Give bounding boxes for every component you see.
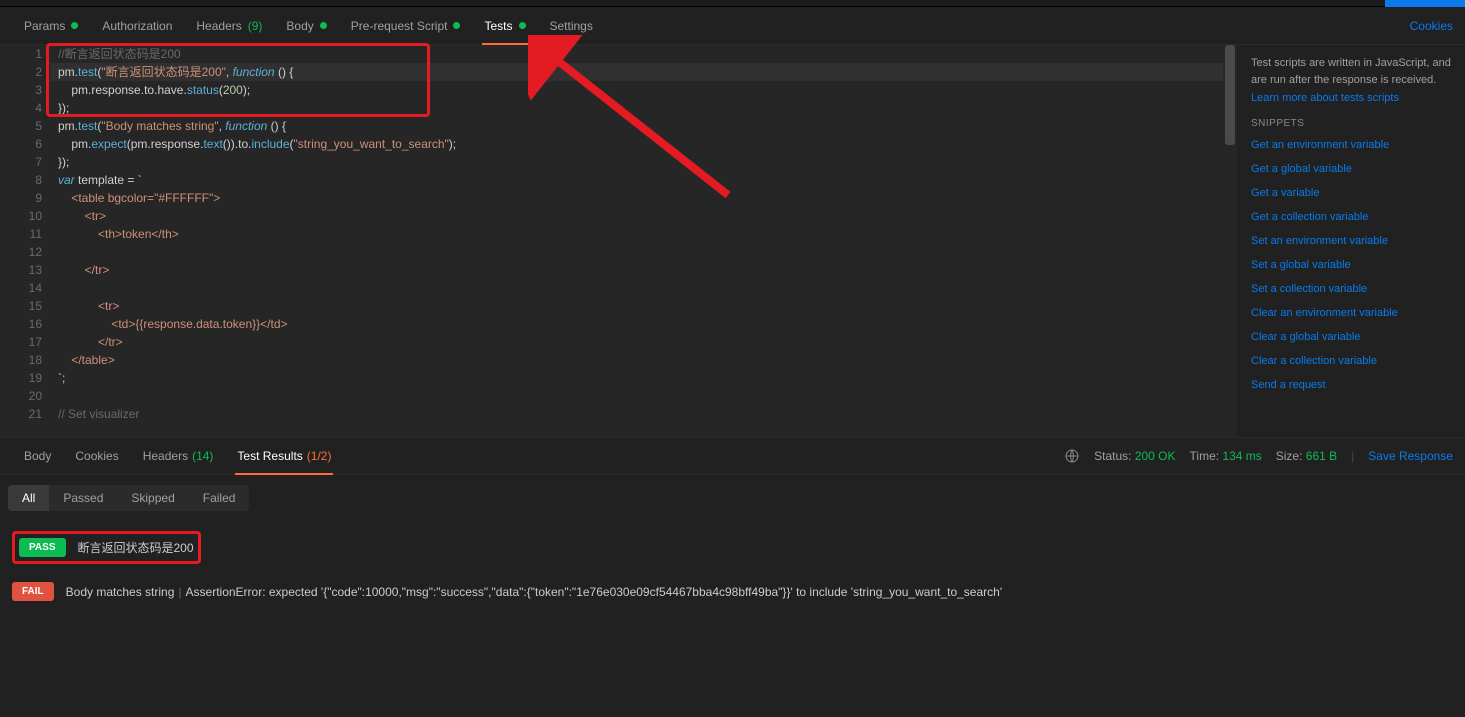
test-results-list: PASS 断言返回状态码是200 FAIL Body matches strin… (0, 521, 1465, 617)
highlight-box-result: PASS 断言返回状态码是200 (12, 531, 201, 564)
status-dot-icon (71, 22, 78, 29)
tab-body[interactable]: Body (274, 7, 338, 45)
result-filter-row: All Passed Skipped Failed (0, 475, 1465, 521)
headers-count: (14) (192, 449, 213, 463)
snippets-header: SNIPPETS (1251, 118, 1451, 129)
send-button-edge[interactable] (1385, 0, 1465, 7)
snippet-set-env-var[interactable]: Set an environment variable (1251, 235, 1451, 247)
response-tabs: Body Cookies Headers (14) Test Results (… (0, 437, 1465, 475)
test-results-count: (1/2) (307, 449, 332, 463)
vertical-scrollbar[interactable] (1223, 45, 1237, 437)
status-dot-icon (453, 22, 460, 29)
rtab-test-results[interactable]: Test Results (1/2) (225, 437, 343, 475)
save-response-button[interactable]: Save Response (1368, 449, 1453, 463)
rtab-label: Body (24, 449, 51, 463)
rtab-label: Headers (143, 449, 188, 463)
test-result-fail-row: FAIL Body matches string|AssertionError:… (8, 576, 1457, 607)
snippet-get-var[interactable]: Get a variable (1251, 187, 1451, 199)
line-gutter: 123456789101112131415161718192021 (0, 45, 50, 437)
snippet-get-env-var[interactable]: Get an environment variable (1251, 139, 1451, 151)
tab-settings[interactable]: Settings (538, 7, 605, 45)
snippet-set-global-var[interactable]: Set a global variable (1251, 259, 1451, 271)
response-meta: Status: 200 OK Time: 134 ms Size: 661 B … (1064, 448, 1453, 464)
tab-label: Headers (196, 19, 241, 33)
status-dot-icon (519, 22, 526, 29)
fail-badge: FAIL (12, 582, 54, 601)
snippet-clear-collection-var[interactable]: Clear a collection variable (1251, 355, 1451, 367)
tab-label: Body (286, 19, 313, 33)
test-result-pass-row: PASS 断言返回状态码是200 (8, 525, 1457, 570)
tab-label: Pre-request Script (351, 19, 448, 33)
filter-all[interactable]: All (8, 485, 49, 511)
rtab-cookies[interactable]: Cookies (63, 437, 130, 475)
snippet-get-global-var[interactable]: Get a global variable (1251, 163, 1451, 175)
cookies-link[interactable]: Cookies (1410, 19, 1453, 33)
snippet-get-collection-var[interactable]: Get a collection variable (1251, 211, 1451, 223)
filter-passed[interactable]: Passed (49, 485, 117, 511)
globe-icon[interactable] (1064, 448, 1080, 464)
pass-badge: PASS (19, 538, 66, 557)
request-tabs: Params Authorization Headers (9) Body Pr… (0, 7, 1465, 45)
status-dot-icon (320, 22, 327, 29)
scrollbar-thumb[interactable] (1225, 45, 1235, 145)
code-editor[interactable]: 123456789101112131415161718192021 //断言返回… (0, 45, 1237, 437)
snippet-clear-global-var[interactable]: Clear a global variable (1251, 331, 1451, 343)
filter-failed[interactable]: Failed (189, 485, 250, 511)
result-name: 断言返回状态码是200 (78, 539, 194, 556)
tab-params[interactable]: Params (12, 7, 90, 45)
status-label: Status: 200 OK (1094, 449, 1175, 463)
snippets-sidebar: Test scripts are written in JavaScript, … (1237, 45, 1465, 437)
time-label: Time: 134 ms (1190, 449, 1262, 463)
headers-count: (9) (248, 19, 263, 33)
code-content[interactable]: //断言返回状态码是200 pm.test("断言返回状态码是200", fun… (50, 45, 1223, 437)
size-label: Size: 661 B (1276, 449, 1337, 463)
tab-tests[interactable]: Tests (472, 7, 537, 45)
snippet-set-collection-var[interactable]: Set a collection variable (1251, 283, 1451, 295)
tab-label: Params (24, 19, 65, 33)
snippet-send-request[interactable]: Send a request (1251, 379, 1451, 391)
sidebar-description: Test scripts are written in JavaScript, … (1251, 55, 1451, 88)
rtab-label: Test Results (237, 449, 302, 463)
rtab-label: Cookies (75, 449, 118, 463)
learn-more-link[interactable]: Learn more about tests scripts (1251, 92, 1451, 104)
tab-label: Settings (550, 19, 593, 33)
tab-label: Tests (484, 19, 512, 33)
tab-label: Authorization (102, 19, 172, 33)
tab-authorization[interactable]: Authorization (90, 7, 184, 45)
active-rtab-underline (235, 473, 333, 475)
rtab-headers[interactable]: Headers (14) (131, 437, 226, 475)
filter-skipped[interactable]: Skipped (117, 485, 188, 511)
result-filter-tabs: All Passed Skipped Failed (8, 485, 249, 511)
tab-headers[interactable]: Headers (9) (184, 7, 274, 45)
tab-pre-request-script[interactable]: Pre-request Script (339, 7, 473, 45)
rtab-body[interactable]: Body (12, 437, 63, 475)
result-detail: Body matches string|AssertionError: expe… (66, 585, 1002, 599)
snippet-clear-env-var[interactable]: Clear an environment variable (1251, 307, 1451, 319)
